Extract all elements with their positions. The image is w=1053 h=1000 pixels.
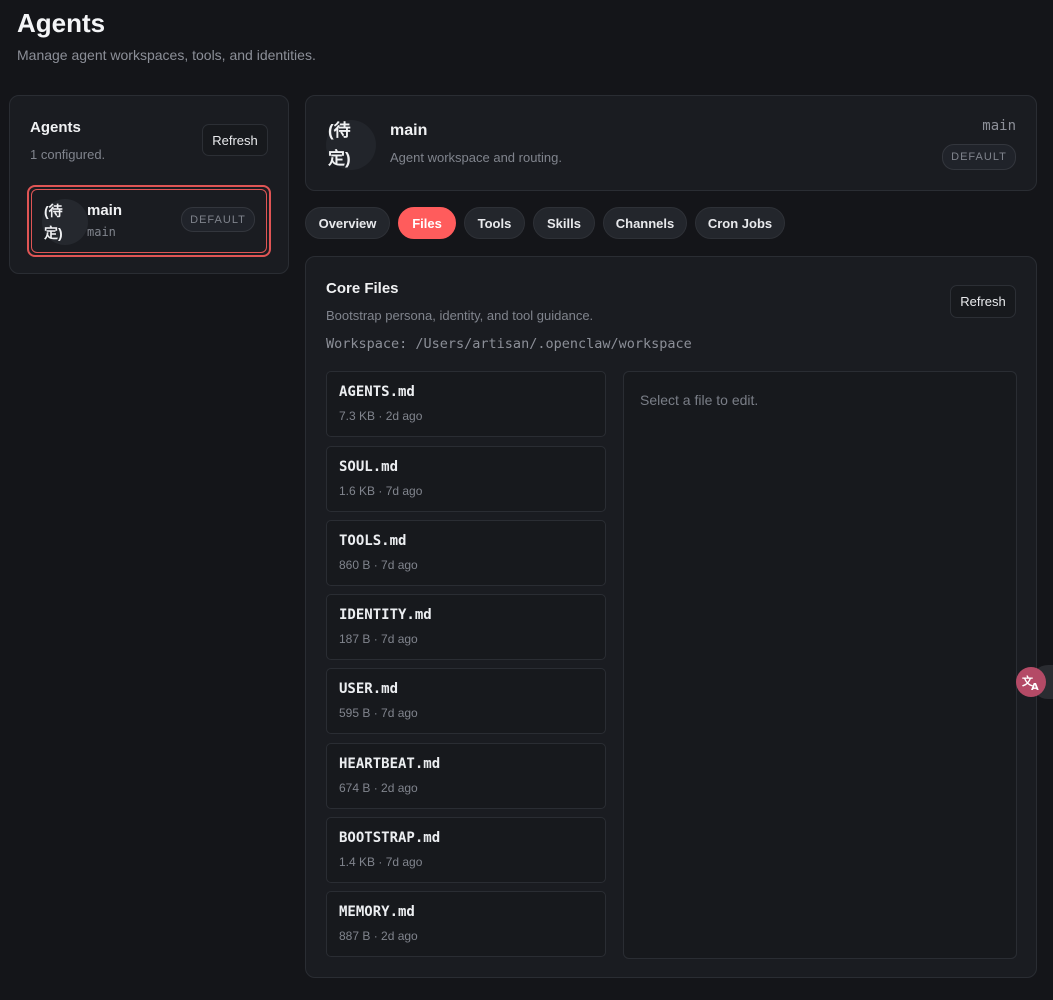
- file-meta: 860 B · 7d ago: [339, 558, 418, 572]
- file-meta: 7.3 KB · 2d ago: [339, 409, 423, 423]
- translate-icon: 文 A: [1022, 674, 1039, 692]
- agent-avatar: (待 定): [42, 199, 88, 245]
- tab-tools[interactable]: Tools: [464, 207, 525, 239]
- file-item-memory[interactable]: MEMORY.md 887 B · 2d ago: [326, 891, 606, 957]
- file-meta: 887 B · 2d ago: [339, 929, 418, 943]
- agent-id: main: [87, 225, 116, 239]
- file-name: IDENTITY.md: [339, 607, 432, 623]
- file-meta: 674 B · 2d ago: [339, 781, 418, 795]
- file-item-identity[interactable]: IDENTITY.md 187 B · 7d ago: [326, 594, 606, 660]
- agent-header-panel: (待 定) main Agent workspace and routing. …: [305, 95, 1037, 191]
- svg-text:A: A: [1031, 682, 1039, 692]
- file-item-heartbeat[interactable]: HEARTBEAT.md 674 B · 2d ago: [326, 743, 606, 809]
- translate-button[interactable]: 文 A: [1016, 667, 1046, 697]
- file-name: MEMORY.md: [339, 904, 415, 920]
- page-subtitle: Manage agent workspaces, tools, and iden…: [17, 47, 316, 63]
- agent-header-avatar: (待 定): [326, 120, 376, 170]
- file-meta: 187 B · 7d ago: [339, 632, 418, 646]
- file-item-user[interactable]: USER.md 595 B · 7d ago: [326, 668, 606, 734]
- core-files-refresh-button[interactable]: Refresh: [950, 285, 1016, 318]
- file-name: BOOTSTRAP.md: [339, 830, 441, 846]
- workspace-path: Workspace: /Users/artisan/.openclaw/work…: [326, 336, 692, 352]
- file-name: USER.md: [339, 681, 399, 697]
- file-name: SOUL.md: [339, 459, 399, 475]
- agent-header-description: Agent workspace and routing.: [390, 150, 562, 165]
- core-files-panel: Core Files Bootstrap persona, identity, …: [305, 256, 1037, 978]
- agents-panel: Agents 1 configured. Refresh (待 定) main …: [9, 95, 289, 274]
- file-item-soul[interactable]: SOUL.md 1.6 KB · 7d ago: [326, 446, 606, 512]
- file-meta: 1.4 KB · 7d ago: [339, 855, 423, 869]
- file-item-bootstrap[interactable]: BOOTSTRAP.md 1.4 KB · 7d ago: [326, 817, 606, 883]
- agent-header-name: main: [390, 122, 428, 139]
- tab-cron-jobs[interactable]: Cron Jobs: [695, 207, 785, 239]
- agent-name: main: [87, 202, 123, 219]
- file-name: AGENTS.md: [339, 384, 415, 400]
- agents-count: 1 configured.: [30, 147, 106, 162]
- file-meta: 595 B · 7d ago: [339, 706, 418, 720]
- tab-overview[interactable]: Overview: [305, 207, 390, 239]
- agent-list-item[interactable]: (待 定) main main DEFAULT: [27, 185, 271, 257]
- tab-skills[interactable]: Skills: [533, 207, 595, 239]
- core-files-description: Bootstrap persona, identity, and tool gu…: [326, 308, 594, 323]
- tab-files[interactable]: Files: [398, 207, 456, 239]
- file-item-agents[interactable]: AGENTS.md 7.3 KB · 2d ago: [326, 371, 606, 437]
- agent-header-badge: DEFAULT: [942, 144, 1016, 170]
- file-meta: 1.6 KB · 7d ago: [339, 484, 423, 498]
- file-item-tools[interactable]: TOOLS.md 860 B · 7d ago: [326, 520, 606, 586]
- core-files-title: Core Files: [326, 280, 399, 297]
- editor-placeholder: Select a file to edit.: [640, 392, 759, 408]
- file-editor[interactable]: Select a file to edit.: [623, 371, 1017, 959]
- agents-refresh-button[interactable]: Refresh: [202, 124, 268, 156]
- default-badge: DEFAULT: [181, 207, 255, 232]
- file-name: HEARTBEAT.md: [339, 756, 441, 772]
- file-name: TOOLS.md: [339, 533, 407, 549]
- agent-header-id: main: [982, 118, 1016, 134]
- page-title: Agents: [17, 8, 106, 38]
- agents-panel-title: Agents: [30, 119, 81, 136]
- tab-channels[interactable]: Channels: [603, 207, 687, 239]
